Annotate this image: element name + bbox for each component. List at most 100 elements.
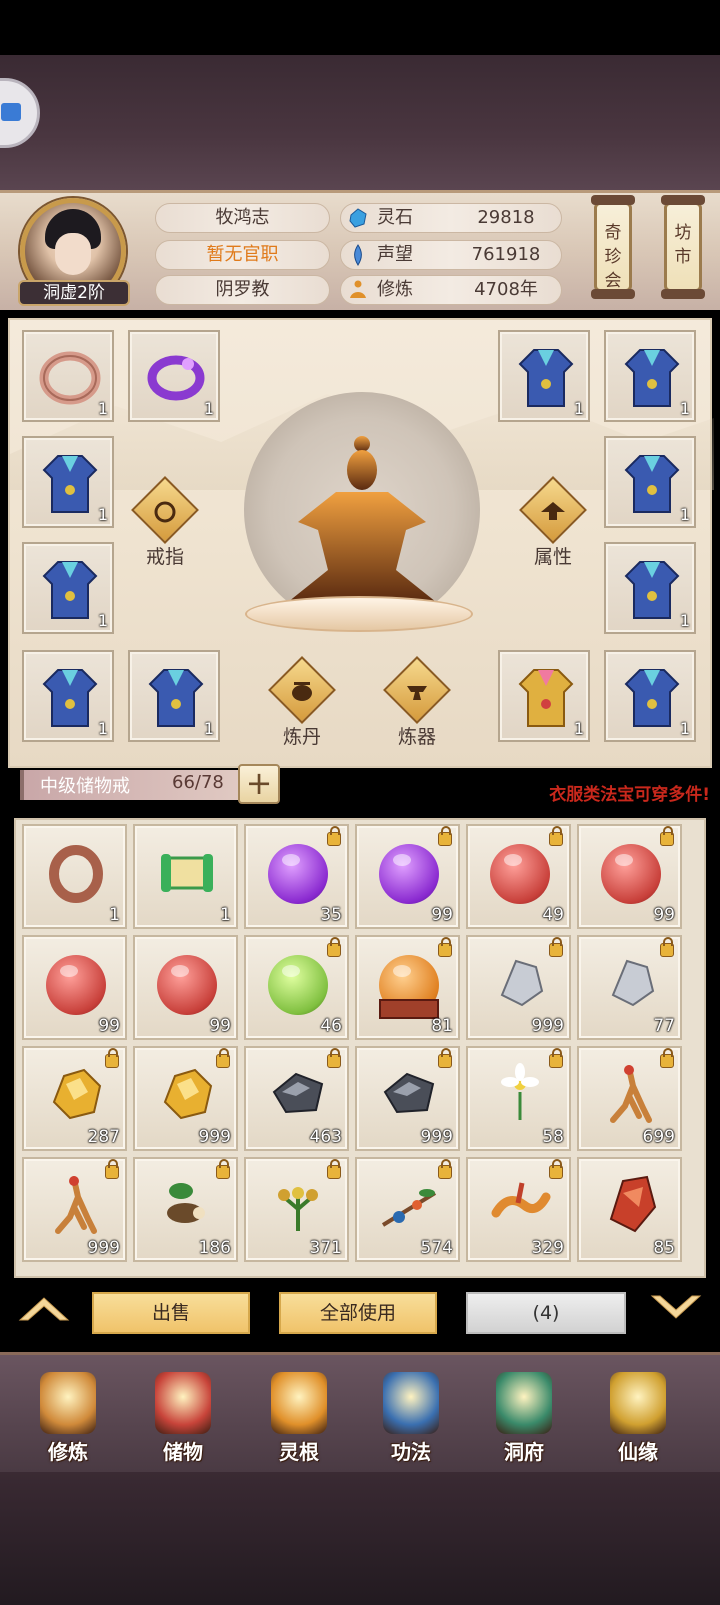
sell-button[interactable]: 出售 [92,1292,250,1334]
bag-icon [155,1372,211,1434]
alchemy-button[interactable]: 炼丹 [267,656,337,756]
golden-robe-icon [518,669,574,727]
nav-bag[interactable]: 储物 [133,1372,233,1472]
inventory-item[interactable]: 329 [466,1157,571,1262]
lock-icon [327,826,341,846]
equip-slot-robe[interactable]: 1 [128,650,220,742]
item-count: 99 [431,905,453,925]
nav-gourd[interactable]: 仙缘 [588,1372,688,1472]
inventory-item[interactable]: 58 [466,1046,571,1151]
ring-icon [154,501,176,523]
nav-cultivate[interactable]: 修炼 [18,1372,118,1472]
equip-slot-robe[interactable]: 1 [604,330,696,422]
equip-slot-bracelet[interactable]: 1 [128,330,220,422]
lock-icon [549,937,563,957]
nav-label: 修炼 [48,1440,88,1464]
robe-icon [624,561,680,619]
inventory-item[interactable]: 99 [577,824,682,929]
item-count: 186 [198,1238,231,1258]
equip-slot-ring[interactable]: 1 [22,330,114,422]
slot-count: 1 [679,505,690,524]
inventory-item[interactable]: 999 [22,1157,127,1262]
inventory-item[interactable]: 1 [22,824,127,929]
nav-book[interactable]: 功法 [361,1372,461,1472]
inventory-item[interactable]: 463 [244,1046,349,1151]
equip-slot-robe[interactable]: 1 [22,650,114,742]
berry-branch-icon [381,1189,437,1227]
item-count: 574 [420,1238,453,1258]
equip-slot-golden-robe[interactable]: 1 [498,650,590,742]
item-count: 371 [309,1238,342,1258]
silver-ore-icon [500,959,544,1007]
robe-icon [518,349,574,407]
lock-icon [327,937,341,957]
iron-ore-icon [383,1072,435,1114]
inventory-item[interactable]: 999 [466,935,571,1040]
use-all-button[interactable]: 全部使用 [279,1292,437,1334]
scroll-up-arrow-icon[interactable] [14,1290,74,1326]
treasure-hall-button[interactable]: 奇珍会 [591,195,635,299]
inventory-item[interactable]: 371 [244,1157,349,1262]
lock-icon [327,1048,341,1068]
slot-count: 1 [97,719,108,738]
stat-cultivation: 修炼 4708年 [340,275,562,305]
equip-slot-robe[interactable]: 1 [498,330,590,422]
expand-storage-button[interactable]: + [238,764,280,804]
inventory-item[interactable]: 85 [577,1157,682,1262]
spirit-stone-icon [349,208,367,228]
ring-label: 戒指 [145,546,184,568]
attributes-label: 属性 [533,546,572,568]
market-button[interactable]: 坊市 [661,195,705,299]
inventory-item[interactable]: 49 [466,824,571,929]
item-count: 999 [420,1127,453,1147]
item-count: 35 [320,905,342,925]
cauldron-icon [292,682,312,701]
robe-icon [624,669,680,727]
equip-slot-robe[interactable]: 1 [604,436,696,528]
equip-slot-robe[interactable]: 1 [22,542,114,634]
item-count: 699 [642,1127,675,1147]
nav-cave-mansion[interactable]: 洞府 [474,1372,574,1472]
inventory-item[interactable]: 99 [22,935,127,1040]
stat-spirit-stone: 灵石 29818 [340,203,562,233]
inventory-item[interactable]: 99 [355,824,460,929]
inventory-item[interactable]: 46 [244,935,349,1040]
inventory-item[interactable]: 81 [355,935,460,1040]
inventory-item[interactable]: 999 [355,1046,460,1151]
inventory-item[interactable]: 574 [355,1157,460,1262]
inventory-item[interactable]: 35 [244,824,349,929]
inventory-item[interactable]: 99 [133,935,238,1040]
equip-slot-robe[interactable]: 1 [604,542,696,634]
nav-spirit-root[interactable]: 灵根 [249,1372,349,1472]
rank-badge: 洞虚2阶 [18,280,130,306]
red-orb-icon [157,955,217,1015]
item-count: 1 [220,905,231,925]
inventory-item[interactable]: 287 [22,1046,127,1151]
forging-button[interactable]: 炼器 [382,656,452,756]
equip-slot-robe[interactable]: 1 [604,650,696,742]
robe-icon [42,561,98,619]
purple-orb-icon [268,844,328,904]
inventory-item[interactable]: 1 [133,824,238,929]
meditation-icon [350,280,366,298]
pedestal-base [379,999,439,1019]
inventory-item[interactable]: 699 [577,1046,682,1151]
herb-flower-icon [278,1187,318,1231]
inventory-item[interactable]: 186 [133,1157,238,1262]
alchemy-label: 炼丹 [282,726,321,748]
cave-mansion-icon [496,1372,552,1434]
item-count: 1 [109,905,120,925]
attributes-button[interactable]: 属性 [518,476,588,576]
ring-button[interactable]: 戒指 [130,476,200,576]
lock-icon [660,937,674,957]
inventory-item[interactable]: 77 [577,935,682,1040]
player-name: 牧鸿志 [155,203,330,233]
lock-icon [438,1048,452,1068]
selected-count-button[interactable]: (4) [466,1292,626,1334]
reputation-icon [354,244,362,266]
inventory-item[interactable]: 999 [133,1046,238,1151]
lock-icon [438,826,452,846]
scroll-down-arrow-icon[interactable] [646,1290,706,1326]
equip-slot-robe[interactable]: 1 [22,436,114,528]
lock-icon [549,826,563,846]
